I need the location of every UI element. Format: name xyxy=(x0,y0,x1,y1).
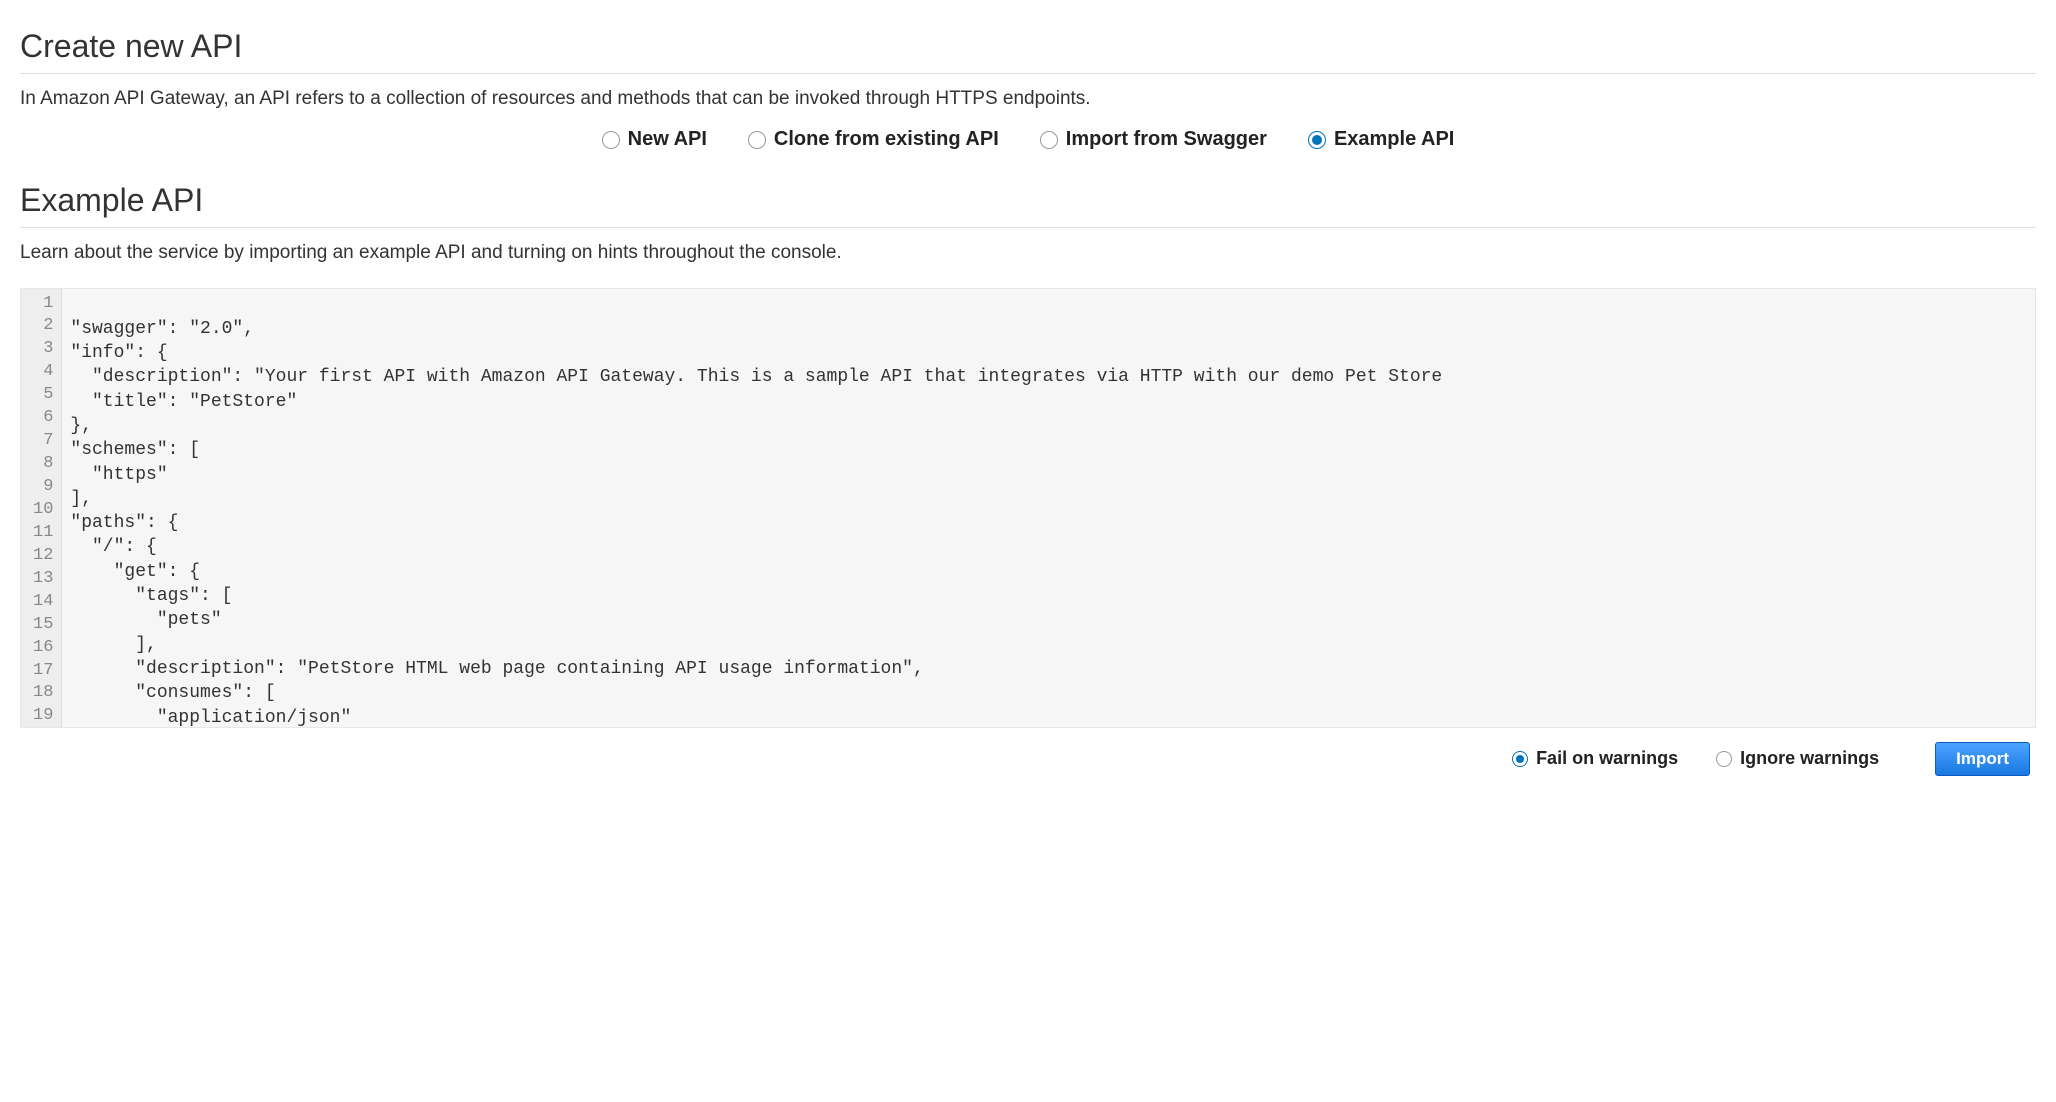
example-description: Learn about the service by importing an … xyxy=(20,242,2036,264)
radio-label: New API xyxy=(628,128,707,151)
page-title: Create new API xyxy=(20,28,2036,65)
radio-ignore-warnings[interactable]: Ignore warnings xyxy=(1716,748,1879,769)
radio-label: Example API xyxy=(1334,128,1454,151)
divider xyxy=(20,227,2036,228)
radio-icon xyxy=(602,131,620,149)
intro-text: In Amazon API Gateway, an API refers to … xyxy=(20,88,2036,110)
radio-example-api[interactable]: Example API xyxy=(1308,128,1454,151)
line-number-gutter: 12345678910111213141516171819 xyxy=(21,289,62,727)
import-button[interactable]: Import xyxy=(1935,742,2030,776)
code-editor[interactable]: 12345678910111213141516171819 "swagger":… xyxy=(20,288,2036,728)
radio-fail-on-warnings[interactable]: Fail on warnings xyxy=(1512,748,1678,769)
radio-label: Import from Swagger xyxy=(1066,128,1267,151)
radio-label: Clone from existing API xyxy=(774,128,999,151)
radio-label: Ignore warnings xyxy=(1740,748,1879,769)
import-options-row: Fail on warnings Ignore warnings Import xyxy=(20,742,2036,776)
section-title: Example API xyxy=(20,182,2036,219)
radio-icon xyxy=(748,131,766,149)
radio-import-swagger[interactable]: Import from Swagger xyxy=(1040,128,1267,151)
radio-clone-existing[interactable]: Clone from existing API xyxy=(748,128,999,151)
radio-new-api[interactable]: New API xyxy=(602,128,707,151)
radio-icon xyxy=(1308,131,1326,149)
radio-label: Fail on warnings xyxy=(1536,748,1678,769)
code-content[interactable]: "swagger": "2.0","info": { "description"… xyxy=(62,289,2035,727)
radio-icon xyxy=(1716,751,1732,767)
radio-icon xyxy=(1040,131,1058,149)
create-api-radio-group: New API Clone from existing API Import f… xyxy=(20,128,2036,154)
divider xyxy=(20,73,2036,74)
radio-icon xyxy=(1512,751,1528,767)
